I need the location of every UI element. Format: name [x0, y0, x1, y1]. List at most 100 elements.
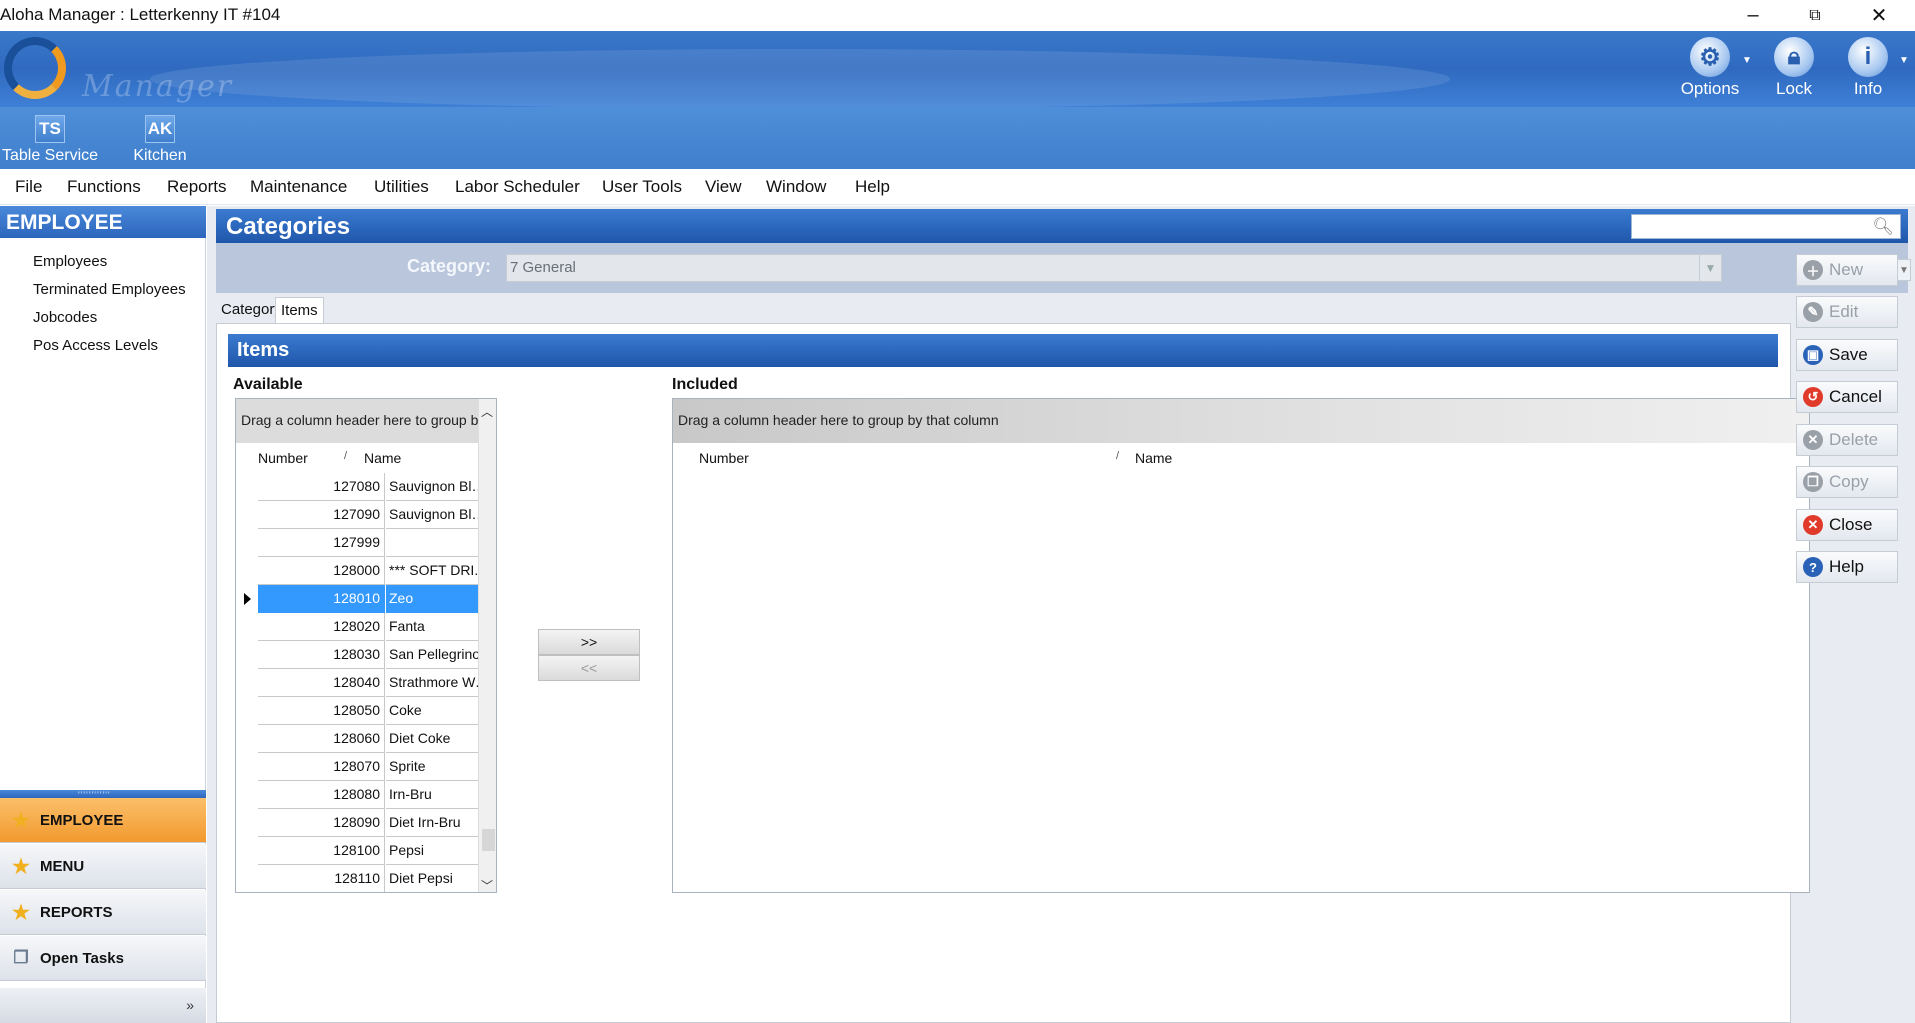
cell-number: 128070: [258, 753, 385, 781]
column-header-number[interactable]: Number: [258, 443, 358, 473]
menu-file[interactable]: File: [15, 177, 42, 197]
button-label: Close: [1829, 515, 1873, 534]
table-row[interactable]: 128000 *** SOFT DRI...: [236, 557, 491, 585]
search-input[interactable]: 🔍︎: [1631, 214, 1901, 239]
star-icon: ★: [12, 855, 30, 878]
sidebar-link-jobcodes[interactable]: Jobcodes: [33, 309, 97, 326]
copy-button[interactable]: ❐ Copy: [1796, 466, 1898, 498]
close-icon: ✕: [1803, 515, 1823, 535]
cell-name: Diet Irn-Bru: [386, 809, 491, 837]
menu-functions[interactable]: Functions: [67, 177, 141, 197]
minimize-button[interactable]: –: [1724, 0, 1782, 31]
cell-name: Fanta: [386, 613, 491, 641]
add-item-button[interactable]: >>: [538, 629, 640, 655]
info-button[interactable]: i Info: [1828, 37, 1908, 103]
scroll-down-icon[interactable]: ﹀: [481, 877, 493, 892]
menu-reports[interactable]: Reports: [167, 177, 227, 197]
items-header: Items: [228, 334, 1778, 367]
table-row[interactable]: 128080 Irn-Bru: [236, 781, 491, 809]
table-row[interactable]: 128060 Diet Coke: [236, 725, 491, 753]
table-row[interactable]: 128110 Diet Pepsi: [236, 865, 478, 892]
menu-utilities[interactable]: Utilities: [374, 177, 429, 197]
table-row[interactable]: 128030 San Pellegrino: [236, 641, 491, 669]
window-title: Aloha Manager : Letterkenny IT #104: [0, 5, 281, 24]
nav-menu[interactable]: ★ MENU: [0, 844, 206, 889]
table-row[interactable]: 128070 Sprite: [236, 753, 491, 781]
help-button[interactable]: ? Help: [1796, 551, 1898, 583]
cancel-button[interactable]: ↺ Cancel: [1796, 381, 1898, 413]
included-label: Included: [672, 376, 738, 393]
cell-number: 128010: [258, 585, 385, 613]
sort-ascending-icon: /: [1116, 450, 1120, 462]
nav-employee[interactable]: ★ EMPLOYEE: [0, 798, 206, 843]
sidebar-link-employees[interactable]: Employees: [33, 253, 107, 270]
category-value: 7 General: [510, 259, 576, 276]
lock-button[interactable]: 🔒︎ Lock: [1754, 37, 1834, 103]
edit-button[interactable]: ✎ Edit: [1796, 296, 1898, 328]
options-dropdown-icon[interactable]: ▼: [1742, 55, 1752, 66]
save-button[interactable]: ▣ Save: [1796, 339, 1898, 371]
restore-button[interactable]: ⧉: [1786, 0, 1844, 31]
menu-maintenance[interactable]: Maintenance: [250, 177, 347, 197]
cell-number: 127090: [258, 501, 385, 529]
table-row[interactable]: 128050 Coke: [236, 697, 491, 725]
new-button[interactable]: ＋ New ▼: [1796, 254, 1911, 286]
delete-button[interactable]: ✕ Delete: [1796, 424, 1898, 456]
nav-open-tasks[interactable]: ❐ Open Tasks: [0, 936, 206, 981]
cell-number: 128090: [258, 809, 385, 837]
table-row[interactable]: 128010 Zeo: [236, 585, 491, 613]
table-row[interactable]: 128020 Fanta: [236, 613, 491, 641]
options-button[interactable]: ⚙ Options: [1670, 37, 1750, 103]
column-header-name[interactable]: Name: [1135, 443, 1172, 473]
table-row[interactable]: 128100 Pepsi: [236, 837, 491, 865]
table-row[interactable]: 127090 Sauvignon Blan...: [236, 501, 491, 529]
nav-label: Open Tasks: [40, 949, 124, 967]
vertical-scrollbar[interactable]: ︿ ﹀: [478, 399, 496, 892]
scroll-thumb[interactable]: [482, 829, 495, 851]
menu-help[interactable]: Help: [855, 177, 890, 197]
category-label: Category:: [407, 256, 492, 276]
info-dropdown-icon[interactable]: ▼: [1899, 55, 1909, 66]
module-kitchen[interactable]: AK Kitchen: [120, 115, 200, 167]
menu-bar: File Functions Reports Maintenance Utili…: [0, 169, 1915, 205]
cell-name: Zeo: [386, 585, 491, 613]
nav-reports[interactable]: ★ REPORTS: [0, 890, 206, 935]
menu-view[interactable]: View: [705, 177, 742, 197]
cancel-icon: ↺: [1803, 387, 1823, 407]
close-window-button[interactable]: ✕: [1850, 0, 1908, 31]
button-label: New: [1829, 260, 1864, 279]
table-service-badge-icon: TS: [35, 115, 65, 143]
table-row[interactable]: 127999: [236, 529, 491, 557]
sidebar-link-terminated-employees[interactable]: Terminated Employees: [33, 281, 186, 298]
table-row[interactable]: 128040 Strathmore Wa...: [236, 669, 491, 697]
table-row[interactable]: 127080 Sauvignon Blan...: [236, 473, 491, 501]
category-select[interactable]: 7 General ▼: [506, 254, 1722, 282]
group-by-area[interactable]: Drag a column header here to group by: [236, 399, 478, 443]
menu-window[interactable]: Window: [766, 177, 826, 197]
menu-labor-scheduler[interactable]: Labor Scheduler: [455, 177, 580, 197]
column-header-number[interactable]: Number: [699, 443, 1099, 473]
scroll-up-icon[interactable]: ︿: [481, 403, 493, 420]
close-button[interactable]: ✕ Close: [1796, 509, 1898, 541]
tab-items[interactable]: Items: [275, 297, 324, 323]
menu-user-tools[interactable]: User Tools: [602, 177, 682, 197]
column-header-name[interactable]: Name: [364, 443, 401, 473]
cell-number: 128000: [258, 557, 385, 585]
included-grid: Drag a column header here to group by th…: [672, 398, 1810, 893]
nav-label: EMPLOYEE: [40, 811, 124, 829]
new-dropdown-icon[interactable]: ▼: [1897, 259, 1911, 281]
group-by-area[interactable]: Drag a column header here to group by th…: [673, 399, 1809, 443]
table-row[interactable]: 128090 Diet Irn-Bru: [236, 809, 491, 837]
tab-strip: Category Items: [216, 293, 1791, 323]
sidebar-splitter[interactable]: '''''''''''': [0, 790, 206, 800]
page-title: Categories: [226, 213, 351, 240]
remove-item-button[interactable]: <<: [538, 655, 640, 681]
search-icon[interactable]: 🔍︎: [1872, 217, 1894, 237]
button-label: Save: [1829, 345, 1868, 364]
chevron-down-icon[interactable]: ▼: [1699, 255, 1721, 281]
button-label: Help: [1829, 557, 1864, 576]
sidebar-expand-button[interactable]: »: [0, 988, 206, 1023]
module-table-service[interactable]: TS Table Service: [0, 115, 100, 167]
module-label: Kitchen: [133, 147, 187, 164]
sidebar-link-pos-access-levels[interactable]: Pos Access Levels: [33, 337, 158, 354]
